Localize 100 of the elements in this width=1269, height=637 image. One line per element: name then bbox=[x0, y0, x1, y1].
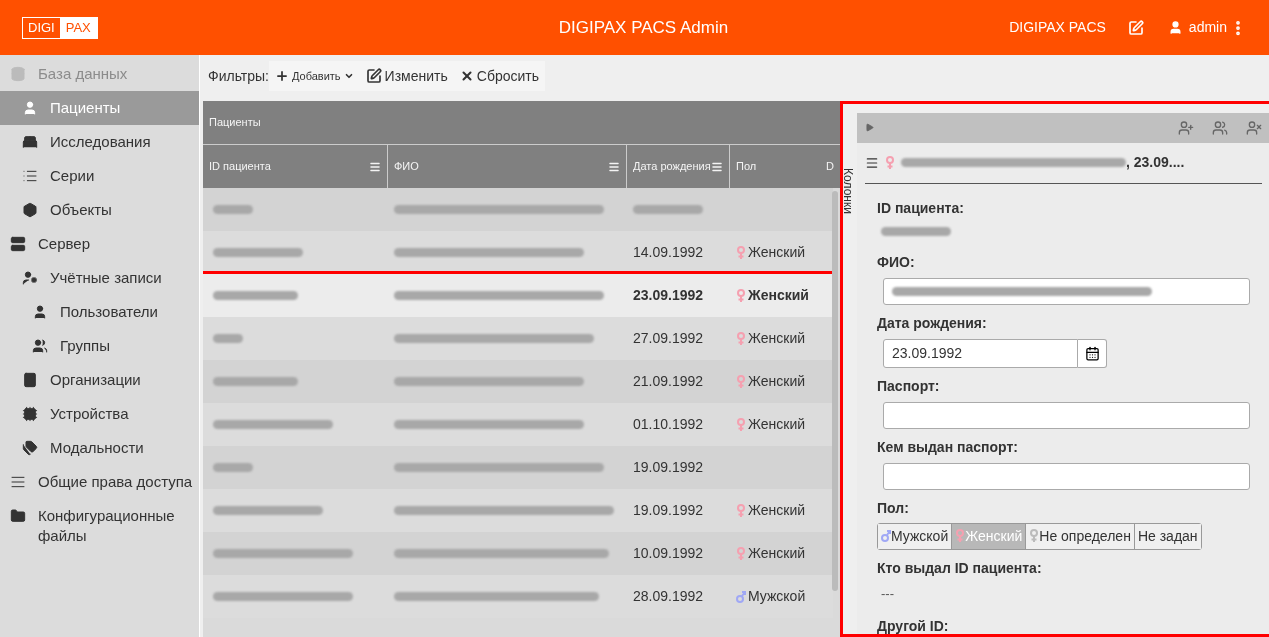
sidebar-item[interactable]: Конфигурационные файлы bbox=[0, 499, 199, 553]
sidebar-item[interactable]: Пользователи bbox=[0, 295, 199, 329]
female-icon bbox=[736, 374, 746, 389]
database-icon bbox=[10, 66, 26, 82]
calendar-icon bbox=[1084, 345, 1100, 361]
folder-plus-icon bbox=[10, 508, 26, 524]
person-icon bbox=[32, 304, 48, 320]
server-icon bbox=[10, 236, 26, 252]
table-cell-text: Женский bbox=[748, 286, 809, 305]
field-label: ID пациента: bbox=[877, 198, 965, 218]
sidebar-item[interactable]: Устройства bbox=[0, 397, 199, 431]
gender-option[interactable]: Не определен bbox=[1025, 523, 1134, 549]
table-cell-text: Женский bbox=[748, 544, 806, 563]
field-label: Дата рождения: bbox=[877, 313, 988, 333]
list-icon bbox=[10, 474, 26, 490]
user-icon[interactable] bbox=[1167, 20, 1183, 35]
list-icon bbox=[22, 168, 38, 184]
table-cell: 28.09.1992 bbox=[633, 588, 704, 604]
menu-icon bbox=[369, 160, 381, 173]
table-cell: 19.09.1992 bbox=[633, 502, 704, 518]
edit-icon[interactable] bbox=[1127, 19, 1144, 36]
sidebar-item[interactable]: Учётные записи bbox=[0, 261, 199, 295]
table-cell: 10.09.1992 bbox=[633, 545, 704, 561]
sidebar-item[interactable]: Модальности bbox=[0, 431, 199, 465]
gender-option[interactable]: Мужской bbox=[878, 523, 952, 549]
table-cell: 14.09.1992 bbox=[633, 244, 704, 260]
table-row[interactable]: 23.09.1992 Женский bbox=[203, 274, 833, 317]
expand-icon[interactable] bbox=[865, 123, 874, 133]
gender-icon bbox=[1029, 529, 1040, 543]
female-icon bbox=[736, 245, 746, 260]
caret-icon bbox=[343, 71, 354, 81]
gender-option[interactable]: Не задан bbox=[1133, 523, 1201, 549]
close-icon bbox=[459, 69, 474, 83]
edit-icon bbox=[365, 68, 382, 84]
menu-icon bbox=[711, 160, 723, 173]
redacted-text bbox=[633, 205, 703, 214]
field-label: Паспорт: bbox=[877, 376, 941, 396]
column-header[interactable]: Пол bbox=[730, 145, 820, 188]
sidebar-item[interactable]: Организации bbox=[0, 363, 199, 397]
sidebar-item[interactable]: Общие права доступа bbox=[0, 465, 199, 499]
person-gear-icon bbox=[22, 270, 38, 286]
table-cell: 27.09.1992 bbox=[633, 330, 704, 346]
field-value: --- bbox=[880, 584, 895, 603]
add-user-icon[interactable] bbox=[1178, 119, 1194, 136]
toolbar-button[interactable]: Добавить bbox=[275, 67, 354, 85]
table-cell-text: Женский bbox=[748, 243, 806, 262]
toolbar-button[interactable]: Изменить bbox=[365, 65, 448, 87]
app-title: DIGIPAX PACS Admin bbox=[558, 16, 729, 39]
remove-user-icon[interactable] bbox=[1246, 119, 1262, 136]
table-cell-text: Женский bbox=[748, 501, 806, 520]
female-icon bbox=[885, 155, 895, 170]
person-icon bbox=[22, 100, 38, 116]
table-cell: 23.09.1992 bbox=[633, 287, 704, 303]
sidebar-item[interactable]: Группы bbox=[0, 329, 199, 363]
toolbar-button[interactable]: Сбросить bbox=[459, 65, 539, 87]
menu-icon bbox=[608, 160, 620, 173]
table-cell-text: Женский bbox=[748, 415, 806, 434]
menu-icon[interactable] bbox=[865, 155, 879, 170]
redacted-text bbox=[881, 226, 951, 236]
input-field[interactable] bbox=[883, 277, 1250, 305]
redacted-text bbox=[213, 463, 253, 472]
female-icon bbox=[736, 331, 746, 346]
table-cell: 21.09.1992 bbox=[633, 373, 704, 389]
field-label: Другой ID: bbox=[877, 617, 950, 636]
chip-icon bbox=[22, 406, 38, 422]
column-header[interactable]: D bbox=[820, 145, 840, 188]
table-row[interactable]: 10.09.1992 Женский bbox=[203, 532, 833, 575]
scrollbar[interactable] bbox=[832, 191, 838, 591]
male-icon bbox=[881, 529, 891, 543]
table-cell-text: Мужской bbox=[748, 587, 806, 606]
input-field[interactable] bbox=[883, 401, 1250, 429]
female-icon bbox=[736, 503, 746, 518]
filters-label: Фильтры: bbox=[208, 66, 269, 86]
field-label: ФИО: bbox=[877, 252, 916, 272]
table-row[interactable]: 21.09.1992 Женский bbox=[203, 360, 833, 403]
field-label: Кто выдал ID пациента: bbox=[877, 558, 1043, 578]
female-icon bbox=[736, 288, 746, 303]
redacted-text bbox=[213, 205, 253, 214]
table-cell-text: Женский bbox=[748, 372, 806, 391]
input-field[interactable] bbox=[883, 462, 1250, 490]
table-cell-text: Женский bbox=[748, 329, 806, 348]
table-cell: 01.10.1992 bbox=[633, 416, 704, 432]
calendar-button[interactable] bbox=[1078, 338, 1107, 368]
table-title: Пациенты bbox=[203, 101, 840, 145]
table-cell: 19.09.1992 bbox=[633, 459, 704, 475]
female-icon bbox=[955, 529, 966, 543]
date-field[interactable]: 23.09.1992 bbox=[883, 338, 1078, 368]
plus-icon bbox=[275, 69, 289, 83]
female-icon bbox=[736, 546, 746, 561]
people-icon[interactable] bbox=[1212, 119, 1228, 136]
male-icon bbox=[736, 589, 746, 604]
table-row[interactable]: 19.09.1992 bbox=[203, 446, 833, 489]
field-label: Пол: bbox=[877, 498, 910, 518]
tags-icon bbox=[22, 440, 38, 456]
sidebar-item[interactable]: Сервер bbox=[0, 227, 199, 261]
people-icon bbox=[32, 338, 48, 354]
female-icon bbox=[736, 417, 746, 432]
field-label: Кем выдан паспорт: bbox=[877, 437, 1019, 457]
patient-birth: , 23.09.... bbox=[1126, 153, 1185, 173]
columns-tab[interactable]: Колонки bbox=[842, 161, 854, 221]
